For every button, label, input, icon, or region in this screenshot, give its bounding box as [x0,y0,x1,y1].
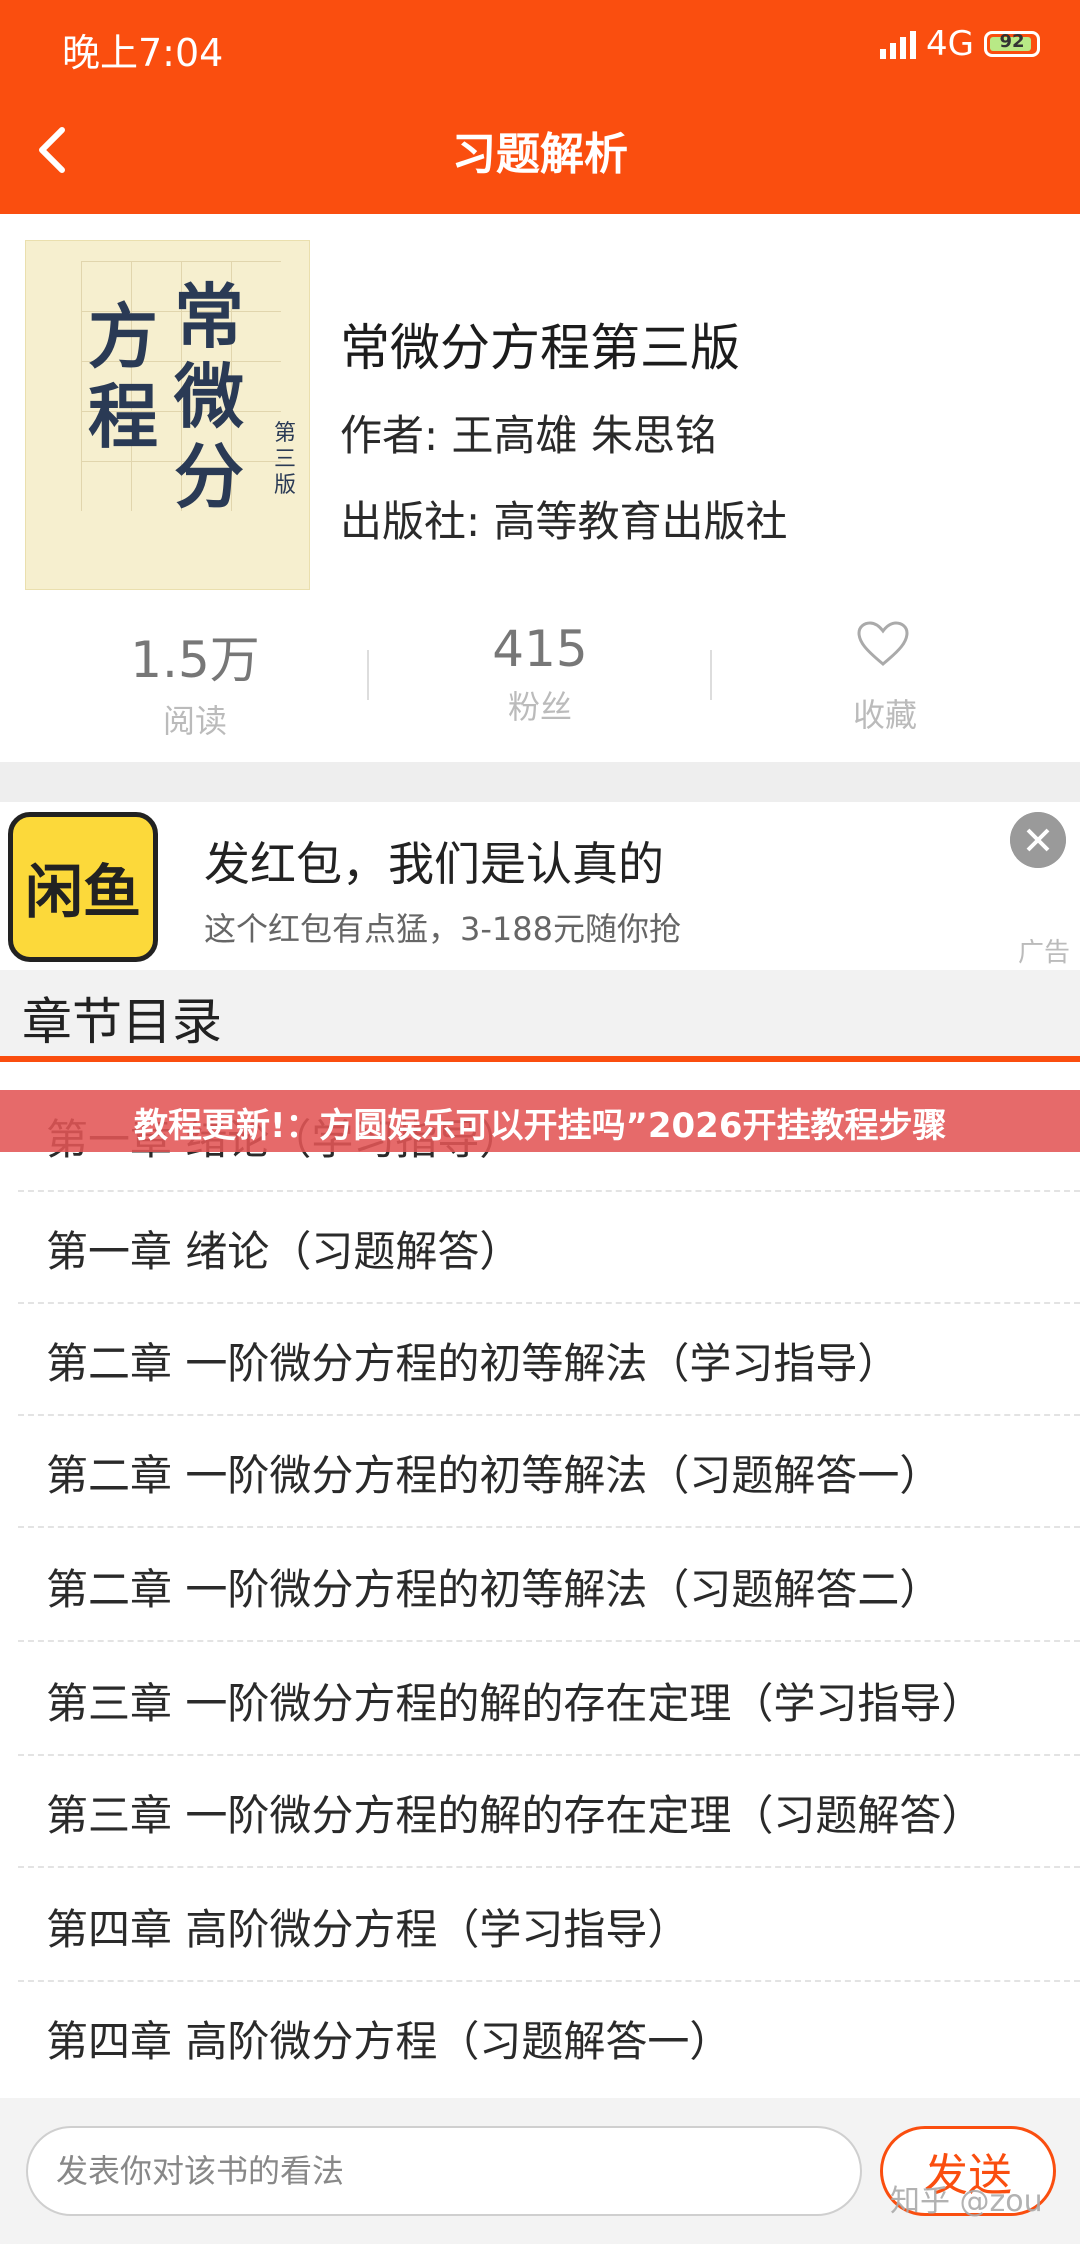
heart-icon[interactable] [856,620,910,668]
toc-item[interactable]: 第四章 高阶微分方程（学习指导） [18,1870,1080,1982]
book-title: 常微分方程第三版 [340,319,740,377]
toc-item[interactable]: 第二章 一阶微分方程的初等解法（学习指导） [18,1304,1080,1416]
stat-fans-label: 粉丝 [507,688,572,726]
cover-char: 分 [174,435,244,518]
stat-fans-value: 415 [492,620,588,678]
comment-input[interactable] [26,2126,862,2216]
status-time: 晚上7:04 [62,31,224,75]
cover-char: 程 [88,375,158,458]
toc-item-label: 第四章 高阶微分方程（学习指导） [46,1905,690,1954]
toc-item-label: 第二章 一阶微分方程的初等解法（习题解答二） [46,1565,942,1614]
toc-item[interactable]: 第三章 一阶微分方程的解的存在定理（学习指导） [18,1644,1080,1756]
ad-app-logo[interactable]: 闲鱼 [8,812,158,962]
toc-item[interactable]: 第一章 绪论（习题解答） [18,1192,1080,1304]
ad-subtitle: 这个红包有点猛，3-188元随你抢 [204,910,681,948]
toc-item[interactable]: 第三章 一阶微分方程的解的存在定理（习题解答） [18,1756,1080,1868]
overlay-banner-text: 教程更新!：方圆娱乐可以开挂吗”2026开挂教程步骤 [134,1106,947,1146]
book-author: 作者: 王高雄 朱思铭 [340,411,717,460]
network-label: 4G [926,24,974,64]
book-cover[interactable]: 常 微 分 方 程 第三版 [25,240,310,590]
toc-item-label: 第一章 绪论（习题解答） [46,1227,522,1276]
toc-item-label: 第三章 一阶微分方程的解的存在定理（习题解答） [46,1791,984,1840]
ad-title[interactable]: 发红包，我们是认真的 [204,828,664,894]
page-title: 习题解析 [452,129,628,180]
toc-item[interactable]: 第四章 高阶微分方程（习题解答一） [18,1982,1080,2094]
top-bar: 晚上7:04 4G 92 习题解析 [0,0,1080,214]
toc-item-label: 第二章 一阶微分方程的初等解法（学习指导） [46,1339,900,1388]
toc-item[interactable]: 第二章 一阶微分方程的初等解法（习题解答二） [18,1530,1080,1642]
ad-tag: 广告 [1017,938,1070,968]
stat-fans: 415 粉丝 [390,620,690,728]
toc-item-label: 第三章 一阶微分方程的解的存在定理（学习指导） [46,1679,984,1728]
section-underline [0,1056,1080,1062]
watermark: 知乎 @zou [890,2184,1043,2219]
favorite-label[interactable]: 收藏 [820,690,950,736]
toc-item-label: 第二章 一阶微分方程的初等解法（习题解答一） [46,1451,942,1500]
close-icon[interactable] [1010,812,1066,868]
section-title: 章节目录 [22,993,222,1051]
book-publisher: 出版社: 高等教育出版社 [340,497,788,546]
separator-band [0,762,1080,802]
stat-reads-value: 1.5万 [130,631,260,689]
battery-level: 92 [999,31,1025,52]
cover-edition: 第三版 [274,421,297,498]
stat-reads-label: 阅读 [162,702,227,740]
status-indicators: 4G 92 [880,24,1040,64]
battery-icon: 92 [984,31,1040,57]
toc-item-label: 第四章 高阶微分方程（习题解答一） [46,2017,732,2066]
divider [710,650,712,700]
divider [367,650,369,700]
overlay-banner: 教程更新!：方圆娱乐可以开挂吗”2026开挂教程步骤 [0,1090,1080,1152]
toc-item[interactable]: 第二章 一阶微分方程的初等解法（习题解答一） [18,1416,1080,1528]
signal-icon [880,29,917,59]
stat-reads: 1.5万 阅读 [45,620,345,742]
